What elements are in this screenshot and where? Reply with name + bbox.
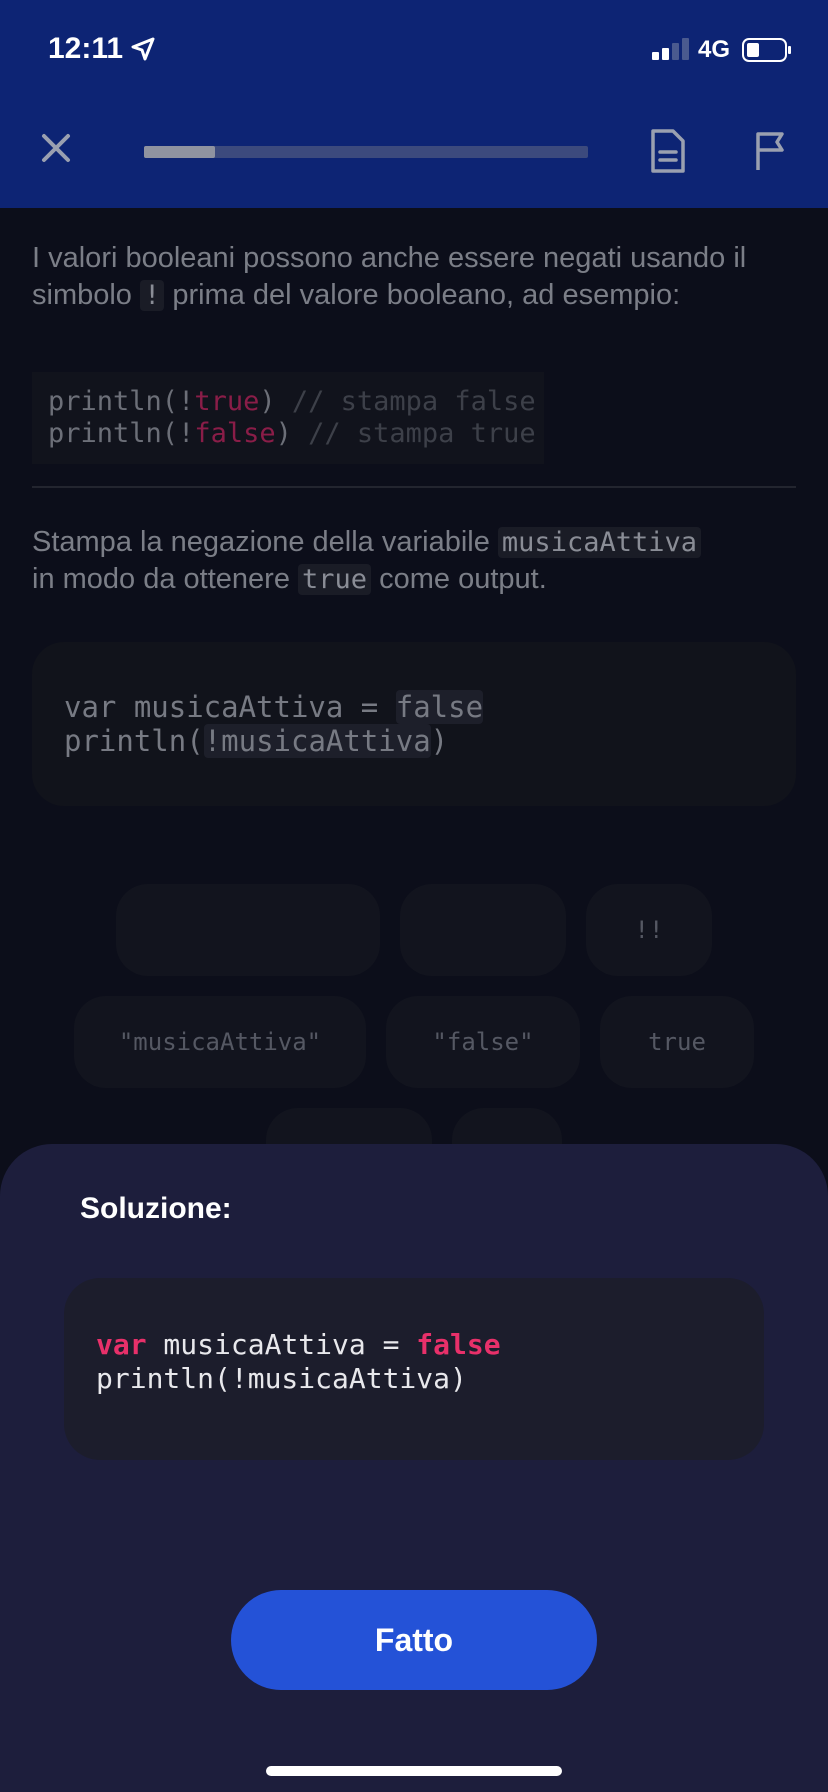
code-keyword: var <box>96 1328 147 1361</box>
document-icon[interactable] <box>648 128 688 174</box>
answer-slot[interactable]: !musicaAttiva <box>203 724 431 758</box>
battery-icon <box>742 38 791 62</box>
signal-strength-icon <box>652 38 689 60</box>
editor-text: ) <box>430 724 449 758</box>
code-text: ) <box>259 386 292 417</box>
lesson-progress-bar <box>144 146 588 158</box>
answer-token[interactable]: "musicaAttiva" <box>74 996 366 1088</box>
lesson-progress-fill <box>144 146 216 158</box>
network-type: 4G <box>698 36 731 63</box>
task-paragraph: Stampa la negazione della variabile musi… <box>32 524 802 598</box>
answer-slot[interactable]: false <box>395 690 484 724</box>
code-text: println(!musicaAttiva) <box>96 1362 467 1395</box>
solution-sheet: Soluzione: var musicaAttiva = false prin… <box>0 1144 828 1792</box>
answer-token[interactable] <box>116 884 380 976</box>
editor-text: println( <box>64 724 204 758</box>
location-arrow-icon <box>131 37 155 61</box>
example-code-block: println(!true) // stampa false println(!… <box>32 372 544 464</box>
code-editor: var musicaAttiva = false println(!musica… <box>32 642 796 806</box>
code-comment: // stampa false <box>291 386 536 417</box>
task-text: come output. <box>371 563 547 595</box>
home-indicator[interactable] <box>266 1766 562 1776</box>
code-text: println(! <box>48 386 195 417</box>
answer-token[interactable] <box>400 884 566 976</box>
inline-code-value: true <box>298 564 372 595</box>
code-text: musicaAttiva = <box>146 1328 417 1361</box>
status-time: 12:11 <box>48 32 124 65</box>
inline-code-symbol: ! <box>140 280 165 311</box>
close-icon[interactable] <box>36 128 76 168</box>
answer-token[interactable]: !! <box>586 884 712 976</box>
code-keyword: false <box>416 1328 501 1361</box>
flag-report-icon[interactable] <box>752 130 792 172</box>
code-text: ) <box>275 418 309 449</box>
code-keyword: true <box>194 386 260 417</box>
section-divider <box>32 486 796 488</box>
done-button[interactable]: Fatto <box>231 1590 597 1690</box>
code-text: println(! <box>48 418 195 449</box>
task-text: Stampa la negazione della variabile <box>32 526 498 558</box>
top-bar: 12:11 4G <box>0 0 828 208</box>
answer-token[interactable]: true <box>600 996 754 1088</box>
code-comment: // stampa true <box>308 418 536 449</box>
inline-code-variable: musicaAttiva <box>497 527 701 558</box>
lesson-text-continued: prima del valore booleano, ad esempio: <box>164 279 681 311</box>
solution-title: Soluzione: <box>80 1192 232 1225</box>
lesson-paragraph: I valori booleani possono anche essere n… <box>32 240 802 314</box>
task-text: in modo da ottenere <box>32 563 299 595</box>
editor-text: var musicaAttiva = <box>64 690 396 724</box>
code-keyword: false <box>194 418 276 449</box>
answer-token[interactable]: "false" <box>386 996 580 1088</box>
solution-code-block: var musicaAttiva = false println(!musica… <box>64 1278 764 1460</box>
